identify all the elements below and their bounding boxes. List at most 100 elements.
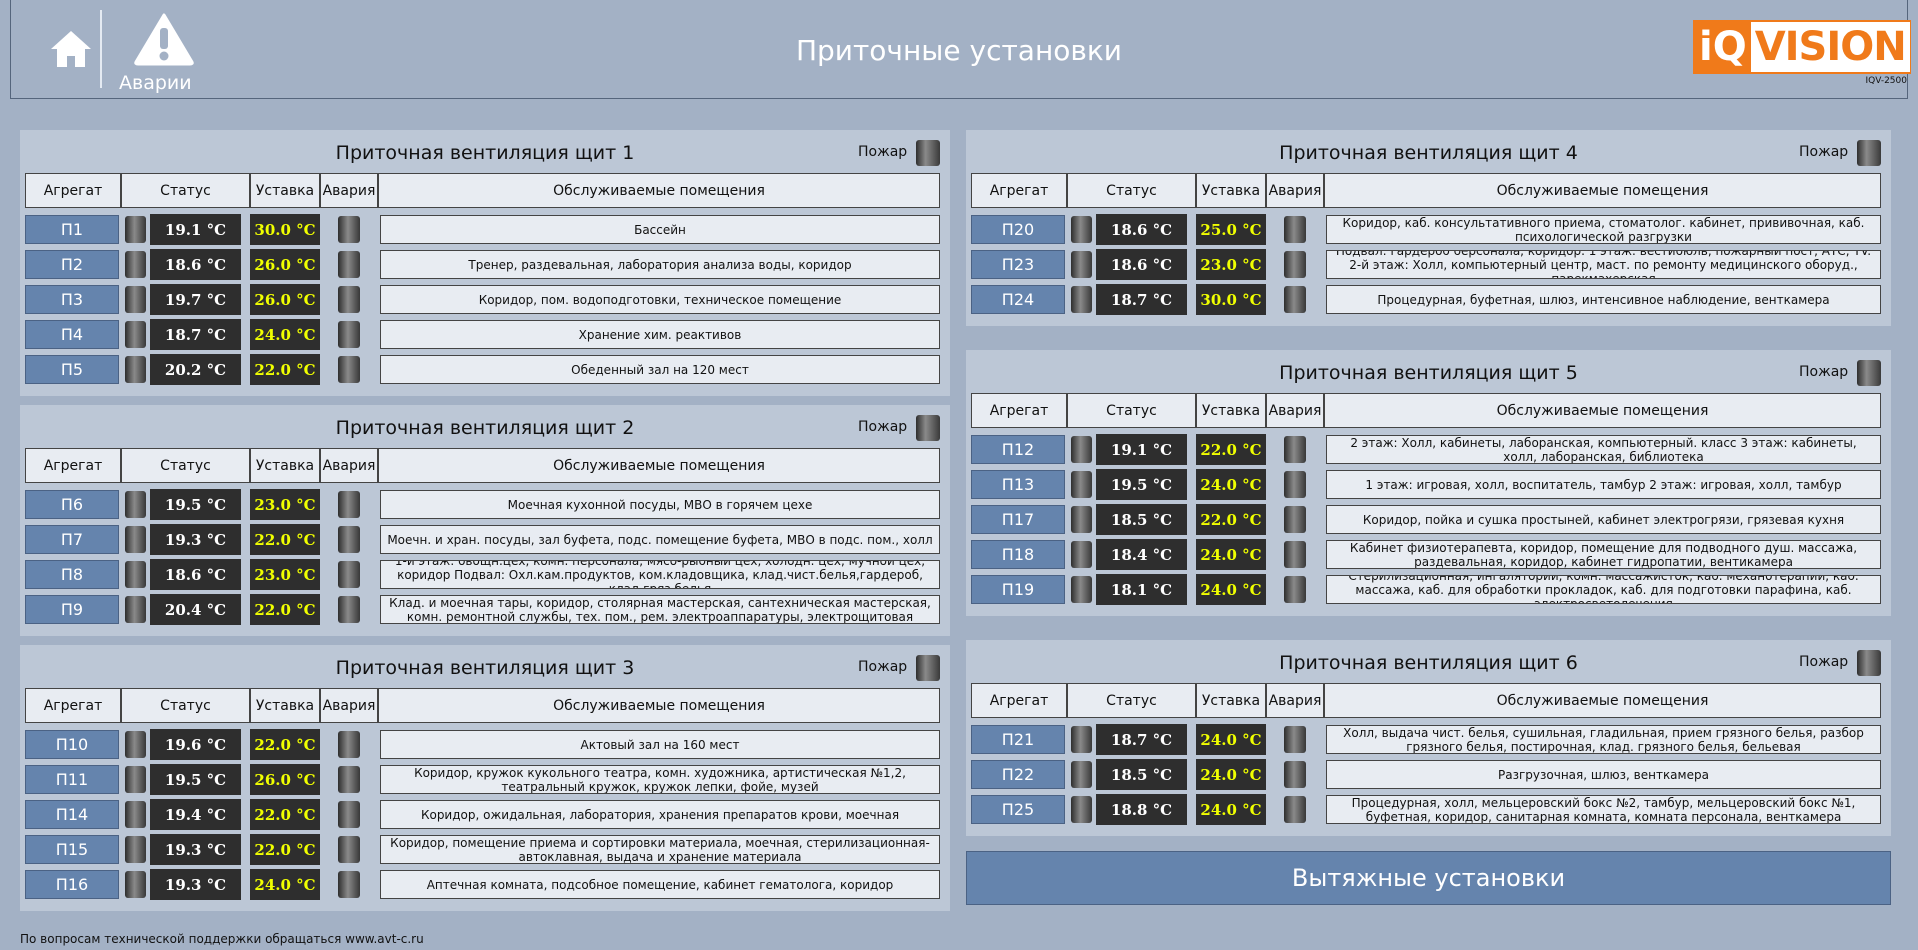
setpoint-value[interactable]: 22.0 °C [1196,504,1266,535]
setpoint-value[interactable]: 22.0 °C [1196,434,1266,465]
unit-button[interactable]: П16 [25,870,119,899]
unit-button[interactable]: П24 [971,285,1065,314]
unit-button[interactable]: П12 [971,435,1065,464]
status-indicator [1071,726,1092,753]
status-indicator [125,526,146,553]
status-temperature: 19.5 °C [150,489,241,520]
unit-button[interactable]: П17 [971,505,1065,534]
table-row: П11 19.5 °C 26.0 °C Коридор, кружок кукольн… [20,763,950,798]
setpoint-value[interactable]: 22.0 °C [250,729,320,760]
setpoint-value[interactable]: 24.0 °C [1196,759,1266,790]
served-rooms: Процедурная, буфетная, шлюз, интенсивное… [1326,285,1881,314]
exhaust-units-button[interactable]: Вытяжные установки [966,851,1891,905]
setpoint-value[interactable]: 23.0 °C [250,559,320,590]
alarm-indicator [1284,471,1306,498]
setpoint-value[interactable]: 26.0 °C [250,764,320,795]
served-rooms: Хранение хим. реактивов [380,320,940,349]
unit-button[interactable]: П4 [25,320,119,349]
served-rooms: Моечная кухонной посуды, МВО в горячем ц… [380,490,940,519]
alarm-indicator [338,836,360,863]
alarm-indicator [338,731,360,758]
alarms-label: Аварии [119,72,192,94]
alarm-indicator [1284,216,1306,243]
status-temperature: 19.4 °C [150,799,241,830]
fire-label: Пожар [1799,654,1849,670]
status-indicator [1071,576,1092,603]
unit-button[interactable]: П23 [971,250,1065,279]
table-row: П25 18.8 °C 24.0 °C Процедурная, холл, мель… [966,793,1891,828]
unit-button[interactable]: П8 [25,560,119,589]
unit-button[interactable]: П11 [25,765,119,794]
column-header-status: Статус [121,688,250,723]
unit-button[interactable]: П20 [971,215,1065,244]
setpoint-value[interactable]: 23.0 °C [250,489,320,520]
setpoint-value[interactable]: 24.0 °C [1196,574,1266,605]
status-indicator [125,731,146,758]
unit-button[interactable]: П2 [25,250,119,279]
status-temperature: 19.5 °C [150,764,241,795]
status-indicator [125,356,146,383]
column-header-status: Статус [121,448,250,483]
unit-button[interactable]: П10 [25,730,119,759]
unit-button[interactable]: П13 [971,470,1065,499]
setpoint-value[interactable]: 26.0 °C [250,284,320,315]
alarm-indicator [338,286,360,313]
setpoint-value[interactable]: 24.0 °C [1196,724,1266,755]
unit-button[interactable]: П7 [25,525,119,554]
alarm-indicator [338,526,360,553]
table-row: П19 18.1 °C 24.0 °C Стерилизационная, ингал… [966,573,1891,608]
status-indicator [125,836,146,863]
setpoint-value[interactable]: 22.0 °C [250,799,320,830]
logo-iq-text: iQ [1695,22,1751,72]
unit-button[interactable]: П3 [25,285,119,314]
setpoint-value[interactable]: 30.0 °C [1196,284,1266,315]
status-indicator [1071,761,1092,788]
fire-label: Пожар [1799,144,1849,160]
served-rooms: 2 этаж: Холл, кабинеты, лаборанская, ком… [1326,435,1881,464]
unit-button[interactable]: П22 [971,760,1065,789]
unit-button[interactable]: П6 [25,490,119,519]
column-header-setpoint: Уставка [250,688,320,723]
column-header-status: Статус [1067,173,1196,208]
unit-button[interactable]: П21 [971,725,1065,754]
alarms-button[interactable]: Аварии [119,10,209,95]
table-row: П18 18.4 °C 24.0 °C Кабинет физиотерапевта,… [966,538,1891,573]
setpoint-value[interactable]: 22.0 °C [250,834,320,865]
home-button[interactable] [39,26,103,72]
unit-button[interactable]: П18 [971,540,1065,569]
unit-button[interactable]: П25 [971,795,1065,824]
setpoint-value[interactable]: 26.0 °C [250,249,320,280]
unit-button[interactable]: П5 [25,355,119,384]
column-header-setpoint: Уставка [250,448,320,483]
setpoint-value[interactable]: 24.0 °C [250,869,320,900]
unit-button[interactable]: П1 [25,215,119,244]
unit-button[interactable]: П15 [25,835,119,864]
unit-button[interactable]: П19 [971,575,1065,604]
served-rooms: Обеденный зал на 120 мест [380,355,940,384]
setpoint-value[interactable]: 30.0 °C [250,214,320,245]
fire-indicator [1857,140,1881,166]
ventilation-panel-6: Приточная вентиляция щит 6 Пожар Агрегат Ст… [966,640,1891,836]
status-indicator [125,561,146,588]
unit-button[interactable]: П9 [25,595,119,624]
served-rooms: Коридор, пойка и сушка простыней, кабине… [1326,505,1881,534]
unit-button[interactable]: П14 [25,800,119,829]
warning-icon [134,13,194,66]
column-header-setpoint: Уставка [1196,393,1266,428]
status-indicator [1071,216,1092,243]
setpoint-value[interactable]: 24.0 °C [1196,794,1266,825]
setpoint-value[interactable]: 22.0 °C [250,524,320,555]
setpoint-value[interactable]: 25.0 °C [1196,214,1266,245]
setpoint-value[interactable]: 24.0 °C [1196,469,1266,500]
setpoint-value[interactable]: 24.0 °C [1196,539,1266,570]
setpoint-value[interactable]: 22.0 °C [250,354,320,385]
column-header-rooms: Обслуживаемые помещения [1324,173,1881,208]
iqvision-logo: iQ VISION IQV-2500 [1693,20,1911,86]
setpoint-value[interactable]: 24.0 °C [250,319,320,350]
alarm-indicator [1284,576,1306,603]
column-header-alarm: Авария [320,173,378,208]
alarm-indicator [338,596,360,623]
setpoint-value[interactable]: 23.0 °C [1196,249,1266,280]
setpoint-value[interactable]: 22.0 °C [250,594,320,625]
status-temperature: 18.5 °C [1096,504,1187,535]
